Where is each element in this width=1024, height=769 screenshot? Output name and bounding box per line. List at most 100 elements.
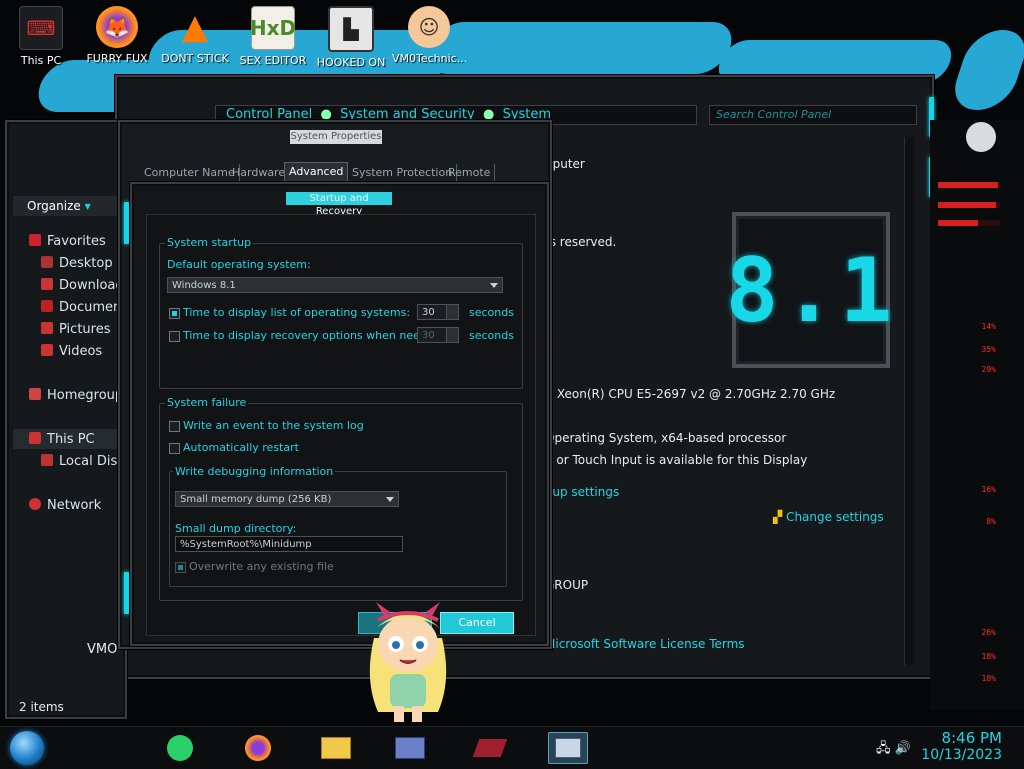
vlc-icon: ▲ [181, 7, 209, 47]
clock[interactable]: 8:46 PM 10/13/2023 [921, 729, 1002, 763]
explorer-window: Organize ▾ Favorites Desktop Downloads D… [5, 120, 133, 719]
display-list-checkbox[interactable] [169, 308, 180, 319]
nav-favorites[interactable]: Favorites [29, 234, 106, 249]
star-icon [29, 234, 41, 246]
info-link[interactable]: oup settings [545, 485, 619, 499]
clock-time: 8:46 PM [941, 729, 1002, 747]
game-icon: ▙ [328, 6, 374, 52]
write-event-label: Write an event to the system log [183, 419, 364, 432]
nav-local-disk[interactable]: Local Disk [41, 454, 125, 469]
desktop-icon-vlc[interactable]: ▲ DONT STICK [158, 6, 232, 65]
search-input[interactable]: Search Control Panel [709, 105, 917, 125]
auto-restart-checkbox[interactable] [169, 443, 180, 454]
videos-icon [41, 344, 53, 356]
default-os-label: Default operating system: [167, 258, 311, 271]
tab-hardware[interactable]: Hardware [228, 164, 291, 182]
startup-recovery-dialog: Startup and Recovery System startup Defa… [130, 182, 549, 646]
network-icon[interactable]: 🖧 [876, 741, 891, 756]
chevron-down-icon [490, 283, 498, 288]
default-os-select[interactable]: Windows 8.1 [167, 277, 503, 293]
nav-this-pc[interactable]: This PC [29, 432, 95, 447]
recovery-options-checkbox[interactable] [169, 331, 180, 342]
windows-version-badge: 8.1 [726, 212, 892, 368]
drive-icon [41, 454, 53, 466]
info-line: ts reserved. [545, 235, 617, 249]
desktop-icon [41, 256, 53, 268]
desktop-icon-hooked-on[interactable]: ▙ HOOKED ON [314, 6, 388, 69]
recovery-seconds[interactable]: 30 [417, 327, 459, 343]
network-icon [29, 498, 41, 510]
spinner-arrows-icon[interactable] [446, 328, 458, 342]
download-icon [41, 278, 53, 290]
shield-icon: ▞ [773, 510, 783, 524]
doctor-icon: ☺ [408, 6, 450, 48]
overwrite-label: Overwrite any existing file [189, 560, 334, 573]
desktop-icon-firefox[interactable]: 🦊 FURRY FUX [80, 6, 154, 65]
clock-date: 10/13/2023 [921, 747, 1002, 763]
gadget-strip: 14% 35% 29% 16% 8% 26% 18% 18% [930, 120, 1024, 710]
nav-downloads[interactable]: Downloads [41, 278, 130, 293]
gadget-reading: 26% [981, 628, 996, 637]
gadget-reading: 29% [981, 365, 996, 374]
auto-restart-label: Automatically restart [183, 441, 299, 454]
tab-computer-name[interactable]: Computer Name [140, 164, 240, 182]
overwrite-checkbox[interactable] [175, 562, 186, 573]
nav-videos[interactable]: Videos [41, 344, 102, 359]
documents-icon [41, 300, 53, 312]
tab-remote[interactable]: Remote [444, 164, 496, 182]
organize-button[interactable]: Organize ▾ [13, 196, 117, 216]
alienware-logo-icon [966, 122, 996, 152]
hex-editor-icon: HxD [250, 6, 296, 50]
tab-system-protection[interactable]: System Protection [348, 164, 458, 182]
system-tray: 🖧 🔊 [876, 739, 911, 761]
computer-icon: ⌨ [19, 6, 63, 50]
license-link[interactable]: Microsoft Software License Terms [545, 637, 745, 651]
homegroup-icon [29, 388, 41, 400]
display-list-label: Time to display list of operating system… [183, 306, 411, 319]
dialog-title: Startup and Recovery [286, 192, 392, 217]
system-window-taskbar-icon[interactable] [548, 732, 588, 764]
pictures-icon [41, 322, 53, 334]
volume-icon[interactable]: 🔊 [895, 741, 911, 756]
tab-advanced[interactable]: Advanced [284, 162, 349, 182]
gadget-reading: 16% [981, 485, 996, 494]
seconds-label: seconds [469, 329, 514, 342]
taskbar: 🖧 🔊 8:46 PM 10/13/2023 [0, 726, 1024, 769]
write-event-checkbox[interactable] [169, 421, 180, 432]
firefox-icon: 🦊 [96, 6, 138, 48]
game-icon[interactable] [470, 732, 510, 764]
seconds-label: seconds [469, 306, 514, 319]
group-legend: Write debugging information [173, 465, 336, 478]
gadget-reading: 14% [981, 322, 996, 331]
firefox-icon[interactable] [238, 732, 278, 764]
vertical-scrollbar[interactable] [904, 137, 915, 665]
start-button[interactable] [10, 731, 44, 765]
content-item-label: VMO [87, 642, 118, 657]
dialog-body: System startup Default operating system:… [146, 214, 536, 636]
gadget-reading: 18% [981, 652, 996, 661]
chevron-down-icon: ▾ [84, 199, 91, 213]
gadget-reading: 8% [986, 517, 996, 526]
desktop-icon-this-pc[interactable]: ⌨ This PC [4, 6, 78, 67]
group-legend: System startup [165, 236, 254, 249]
nav-homegroup[interactable]: Homegroup [29, 388, 123, 403]
status-bar-text: 2 items [19, 700, 64, 714]
spinner-arrows-icon[interactable] [446, 305, 458, 319]
display-list-seconds[interactable]: 30 [417, 304, 459, 320]
nav-network[interactable]: Network [29, 498, 101, 513]
info-line: n or Touch Input is available for this D… [545, 453, 808, 467]
control-panel-icon[interactable] [390, 732, 430, 764]
chat-app-icon[interactable] [160, 732, 200, 764]
info-line: Operating System, x64-based processor [545, 431, 787, 445]
change-settings-link[interactable]: ▞ Change settings [773, 510, 884, 524]
desktop-icon-vm0technic[interactable]: ☺ VM0Technic... [392, 6, 466, 65]
desktop-icon-hex-editor[interactable]: HxD SEX EDITOR [236, 6, 310, 67]
file-explorer-icon[interactable] [316, 732, 356, 764]
gadget-reading: 18% [981, 674, 996, 683]
nav-pictures[interactable]: Pictures [41, 322, 110, 337]
dump-dir-input[interactable]: %SystemRoot%\Minidump [175, 536, 403, 552]
nav-desktop[interactable]: Desktop [41, 256, 113, 271]
computer-icon [29, 432, 41, 444]
gadget-reading: 35% [981, 345, 996, 354]
debug-type-select[interactable]: Small memory dump (256 KB) [175, 491, 399, 507]
